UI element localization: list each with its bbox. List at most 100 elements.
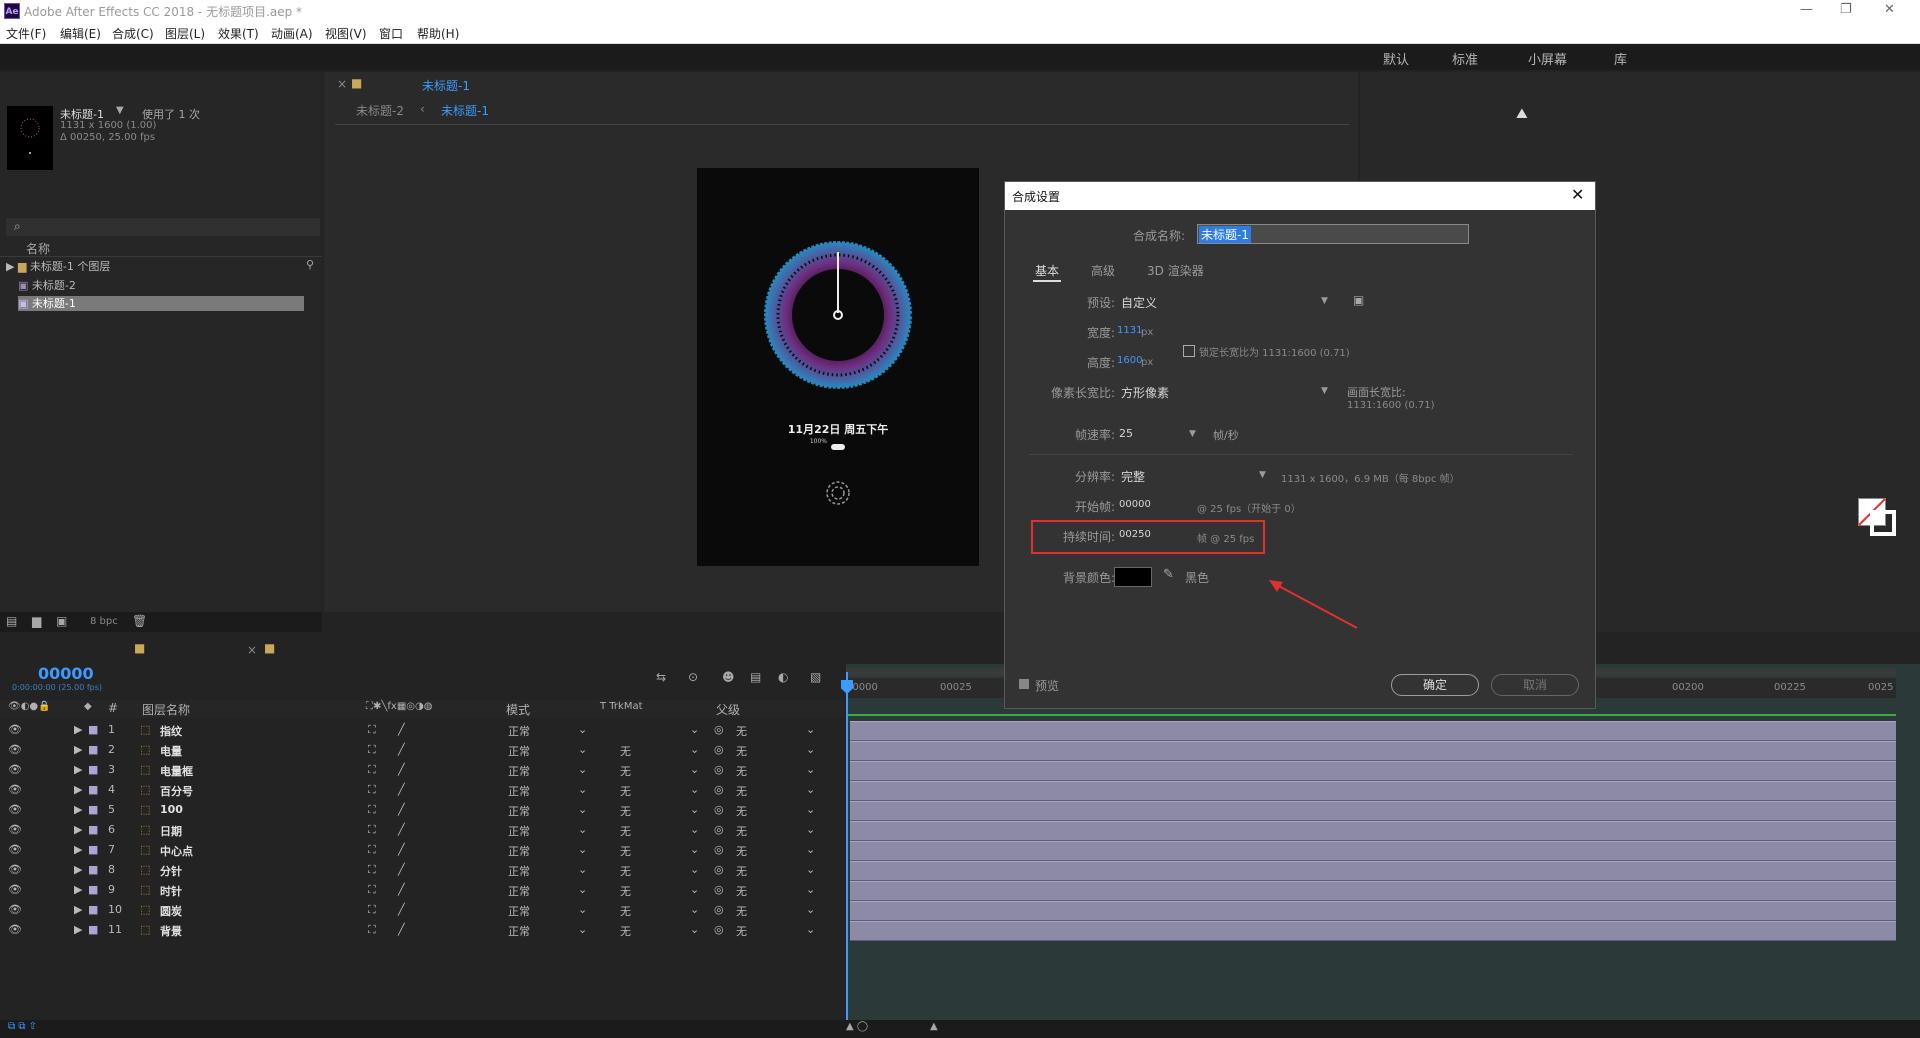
workspace-standard[interactable]: 标准 xyxy=(1452,49,1478,68)
mode-dropdown[interactable]: 正常 xyxy=(508,783,530,799)
chevron-down-icon[interactable]: ⌄ xyxy=(690,743,699,756)
quality-switch-icon[interactable]: ╱ xyxy=(398,743,405,756)
layer-duration-bar[interactable] xyxy=(850,921,1896,941)
bg-color-swatch[interactable] xyxy=(1114,567,1152,587)
quality-switch-icon[interactable]: ╱ xyxy=(398,723,405,736)
shy-switch-icon[interactable]: ⛶ xyxy=(368,903,376,917)
lock-aspect-checkbox[interactable] xyxy=(1183,345,1195,357)
label-color-swatch[interactable]: ■ xyxy=(88,723,98,736)
quality-switch-icon[interactable]: ╱ xyxy=(398,823,405,836)
layer-name[interactable]: 电量 xyxy=(160,743,182,759)
close-button[interactable]: ✕ xyxy=(1884,2,1895,17)
mode-dropdown[interactable]: 正常 xyxy=(508,863,530,879)
parent-dropdown[interactable]: 无 xyxy=(736,743,747,759)
pickwhip-icon[interactable]: ◎ xyxy=(714,923,724,936)
layer-duration-bar[interactable] xyxy=(850,861,1896,881)
pickwhip-icon[interactable]: ◎ xyxy=(714,823,724,836)
expand-arrow-icon[interactable]: ▶ xyxy=(74,923,82,936)
expand-arrow-icon[interactable]: ▶ xyxy=(74,823,82,836)
layer-duration-bar[interactable] xyxy=(850,801,1896,821)
start-frame-value[interactable]: 00000 xyxy=(1119,499,1151,510)
menu-help[interactable]: 帮助(H) xyxy=(417,25,459,42)
layer-name[interactable]: 中心点 xyxy=(160,843,193,859)
table-row[interactable]: 👁 ▶ ■ 1 ⬚ 指纹 ⛶ ╱ 正常 ⌄ ⌄ ◎ 无 ⌄ xyxy=(0,720,845,740)
label-color-swatch[interactable]: ■ xyxy=(88,903,98,916)
close-tab-icon[interactable]: × xyxy=(337,77,347,91)
eye-icon[interactable]: 👁 xyxy=(8,883,22,896)
pickwhip-icon[interactable]: ◎ xyxy=(714,783,724,796)
eye-icon[interactable]: 👁 xyxy=(8,903,22,916)
menu-animation[interactable]: 动画(A) xyxy=(271,25,313,42)
shy-switch-icon[interactable]: ⛶ xyxy=(368,843,376,857)
quality-switch-icon[interactable]: ╱ xyxy=(398,863,405,876)
chevron-down-icon[interactable]: ⌄ xyxy=(806,743,815,756)
shy-switch-icon[interactable]: ⛶ xyxy=(368,823,376,837)
ok-button[interactable]: 确定 xyxy=(1391,674,1479,696)
label-color-swatch[interactable]: ■ xyxy=(88,783,98,796)
tab-composition[interactable]: 未标题-1 xyxy=(422,77,470,94)
eye-icon[interactable]: 👁 xyxy=(8,723,22,736)
tab-3d-renderer[interactable]: 3D 渲染器 xyxy=(1147,262,1204,279)
eye-icon[interactable]: 👁 xyxy=(8,763,22,776)
pickwhip-icon[interactable]: ◎ xyxy=(714,843,724,856)
label-color-swatch[interactable]: ■ xyxy=(88,763,98,776)
trkmat-dropdown[interactable]: 无 xyxy=(620,763,631,779)
chevron-down-icon[interactable]: ⌄ xyxy=(690,823,699,836)
close-tab-icon[interactable]: × xyxy=(247,643,257,657)
project-search-input[interactable]: ⌕ xyxy=(6,218,320,236)
mode-dropdown[interactable]: 正常 xyxy=(508,803,530,819)
column-layer-name[interactable]: 图层名称 xyxy=(142,701,190,718)
mode-dropdown[interactable]: 正常 xyxy=(508,923,530,939)
chevron-down-icon[interactable]: ⌄ xyxy=(806,883,815,896)
mode-dropdown[interactable]: 正常 xyxy=(508,903,530,919)
table-row[interactable]: 👁 ▶ ■ 4 ⬚ 百分号 ⛶ ╱ 正常 ⌄ 无 ⌄ ◎ 无 ⌄ xyxy=(0,780,845,800)
trkmat-dropdown[interactable]: 无 xyxy=(620,883,631,899)
trkmat-dropdown[interactable]: 无 xyxy=(620,803,631,819)
table-row[interactable]: 👁 ▶ ■ 2 ⬚ 电量 ⛶ ╱ 正常 ⌄ 无 ⌄ ◎ 无 ⌄ xyxy=(0,740,845,760)
menu-edit[interactable]: 编辑(E) xyxy=(60,25,101,42)
dialog-close-icon[interactable]: ✕ xyxy=(1571,185,1584,204)
motion-blur-icon[interactable]: ◐ xyxy=(778,670,788,684)
chevron-down-icon[interactable]: ⌄ xyxy=(690,843,699,856)
expand-arrow-icon[interactable]: ▶ xyxy=(74,863,82,876)
layer-duration-bar[interactable] xyxy=(850,841,1896,861)
layer-name[interactable]: 百分号 xyxy=(160,783,193,799)
expand-arrow-icon[interactable]: ▶ xyxy=(74,803,82,816)
label-color-swatch[interactable]: ■ xyxy=(88,743,98,756)
expand-arrow-icon[interactable]: ▶ xyxy=(74,743,82,756)
trkmat-dropdown[interactable]: 无 xyxy=(620,743,631,759)
layer-duration-bar[interactable] xyxy=(850,721,1896,741)
parent-dropdown[interactable]: 无 xyxy=(736,823,747,839)
cancel-button[interactable]: 取消 xyxy=(1491,674,1579,696)
layer-name[interactable]: 时针 xyxy=(160,883,182,899)
chevron-down-icon[interactable]: ⌄ xyxy=(578,803,587,816)
preset-dropdown[interactable]: 自定义 xyxy=(1121,294,1157,311)
comp-mini-flowchart-icon[interactable]: ⇆ xyxy=(656,670,666,684)
chevron-down-icon[interactable]: ▼ xyxy=(116,105,124,116)
interpret-footage-icon[interactable]: ▤ xyxy=(6,614,17,628)
trash-icon[interactable]: 🗑 xyxy=(132,614,147,628)
new-composition-icon[interactable]: ▣ xyxy=(56,614,67,628)
parent-dropdown[interactable]: 无 xyxy=(736,923,747,939)
table-row[interactable]: 👁 ▶ ■ 5 ⬚ 100 ⛶ ╱ 正常 ⌄ 无 ⌄ ◎ 无 ⌄ xyxy=(0,800,845,820)
zoom-in-icon[interactable]: ▲ xyxy=(930,1021,938,1032)
table-row[interactable]: 👁 ▶ ■ 11 ⬚ 背景 ⛶ ╱ 正常 ⌄ 无 ⌄ ◎ 无 ⌄ xyxy=(0,920,845,940)
menu-window[interactable]: 窗口 xyxy=(379,25,403,42)
duration-value[interactable]: 00250 xyxy=(1119,529,1151,540)
maximize-button[interactable]: ❐ xyxy=(1840,2,1852,17)
mode-dropdown[interactable]: 正常 xyxy=(508,843,530,859)
table-row[interactable]: 👁 ▶ ■ 3 ⬚ 电量框 ⛶ ╱ 正常 ⌄ 无 ⌄ ◎ 无 ⌄ xyxy=(0,760,845,780)
bit-depth-button[interactable]: 8 bpc xyxy=(90,616,118,627)
expand-arrow-icon[interactable]: ▶ xyxy=(74,783,82,796)
shy-switch-icon[interactable]: ⛶ xyxy=(368,763,376,777)
menu-layer[interactable]: 图层(L) xyxy=(165,25,205,42)
table-row[interactable]: 👁 ▶ ■ 9 ⬚ 时针 ⛶ ╱ 正常 ⌄ 无 ⌄ ◎ 无 ⌄ xyxy=(0,880,845,900)
quality-switch-icon[interactable]: ╱ xyxy=(398,903,405,916)
chevron-down-icon[interactable]: ⌄ xyxy=(690,923,699,936)
chevron-down-icon[interactable]: ⌄ xyxy=(806,803,815,816)
shy-switch-icon[interactable]: ⛶ xyxy=(368,743,376,757)
chevron-down-icon[interactable]: ⌄ xyxy=(690,903,699,916)
pickwhip-icon[interactable]: ◎ xyxy=(714,863,724,876)
save-preset-icon[interactable]: ▣ xyxy=(1353,293,1364,307)
eye-icon[interactable]: 👁 xyxy=(8,783,22,796)
